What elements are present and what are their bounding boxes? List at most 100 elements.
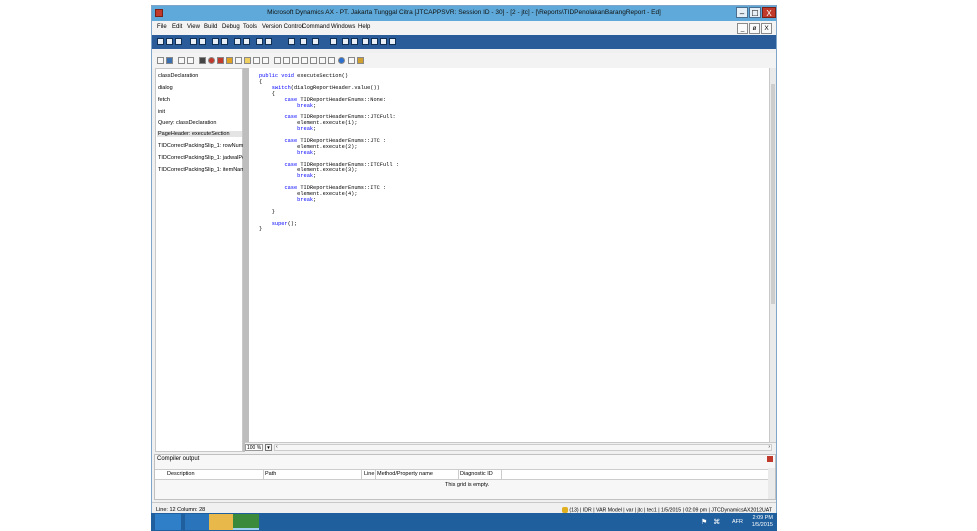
compiler-scrollbar[interactable] [768,468,775,499]
list-tables-icon[interactable] [283,57,290,64]
title-bar[interactable]: Microsoft Dynamics AX - PT. Jakarta Tung… [152,6,776,21]
tree-node-itemname[interactable]: TIDCorrectPackingSlip_1: itemName [158,167,248,173]
menu-command[interactable]: Command [302,24,330,30]
run-icon[interactable] [199,57,206,64]
scroll-left-arrow[interactable]: ‹ [276,444,278,450]
maximize-button[interactable]: ☐ [749,7,761,18]
menu-help[interactable]: Help [358,24,370,30]
paste-icon[interactable] [234,38,241,45]
tree-node-rownum[interactable]: TIDCorrectPackingSlip_1: rowNum [158,143,243,149]
zoom-dropdown-button[interactable]: ▼ [265,444,272,451]
column-separator[interactable] [458,470,459,479]
editor-vertical-scrollbar[interactable] [769,68,776,442]
scrollbar-thumb[interactable] [771,84,775,304]
find-icon[interactable] [253,57,260,64]
undo-icon[interactable] [178,57,185,64]
column-separator[interactable] [375,470,376,479]
save-icon[interactable] [166,57,173,64]
close-button[interactable]: X [762,7,776,18]
cut-icon[interactable] [212,38,219,45]
code-line[interactable]: } [259,209,275,215]
uncomment-icon[interactable] [319,57,326,64]
lookup-icon[interactable] [235,57,242,64]
scroll-right-arrow[interactable]: › [768,444,770,450]
redo-icon[interactable] [187,57,194,64]
system-tray-icons[interactable]: ⚑ ⌘ [701,518,722,526]
tree-node-query-classdeclaration[interactable]: Query: classDeclaration [158,120,216,126]
code-editor[interactable]: public void executeSection(){ switch(dia… [249,68,769,442]
mdi-close-button[interactable]: X [761,23,772,34]
remove-breakpoints-icon[interactable] [217,57,224,64]
column-separator[interactable] [361,470,362,479]
code-line[interactable]: } [259,226,262,232]
help-icon[interactable] [300,38,307,45]
powershell-icon[interactable] [185,514,211,530]
properties-icon[interactable] [262,57,269,64]
code-line[interactable]: break; [259,150,316,156]
menu-version-control[interactable]: Version Control [262,24,303,30]
import-icon[interactable] [351,38,358,45]
delete-icon[interactable] [288,38,295,45]
tree-node-classdeclaration[interactable]: classDeclaration [158,73,198,79]
last-record-icon[interactable] [389,38,396,45]
menu-file[interactable]: File [157,24,167,30]
save-icon[interactable] [175,38,182,45]
zoom-level-field[interactable]: 100 % [245,444,263,451]
preview-icon[interactable] [199,38,206,45]
first-record-icon[interactable] [362,38,369,45]
report-icon[interactable] [330,38,337,45]
taskbar-clock[interactable]: 2:09 PM 1/5/2015 [752,515,773,529]
code-line[interactable]: break; [259,173,316,179]
previous-record-icon[interactable] [371,38,378,45]
list-methods-icon[interactable] [274,57,281,64]
tree-node-init[interactable]: init [158,109,165,115]
keyboard-icon[interactable] [348,57,355,64]
menu-build[interactable]: Build [204,24,217,30]
menu-view[interactable]: View [187,24,200,30]
editor-horizontal-scrollbar[interactable]: ‹ › [274,444,772,451]
minimize-button[interactable]: – [736,7,748,18]
comment-icon[interactable] [310,57,317,64]
code-line[interactable]: public void executeSection() [259,73,348,79]
tree-node-pageheader-executesection[interactable]: PageHeader: executeSection [157,131,242,137]
close-icon[interactable] [767,456,773,462]
list-types-icon[interactable] [292,57,299,64]
filter-icon[interactable] [243,38,250,45]
compile-icon[interactable] [226,57,233,64]
source-control-icon[interactable] [244,57,251,64]
column-path[interactable]: Path [265,471,276,477]
export-icon[interactable] [342,38,349,45]
next-record-icon[interactable] [380,38,387,45]
input-language[interactable]: AFR [732,519,743,525]
column-separator[interactable] [501,470,502,479]
file-explorer-icon[interactable] [209,514,235,530]
column-line[interactable]: Line [364,471,374,477]
tree-node-dialog[interactable]: dialog [158,85,173,91]
code-line[interactable]: break; [259,103,316,109]
column-separator[interactable] [263,470,264,479]
server-manager-icon[interactable] [155,514,181,530]
new-page-icon[interactable] [157,57,164,64]
mdi-restore-button[interactable]: ø [749,23,760,34]
dynamics-ax-icon[interactable] [233,514,259,530]
menu-tools[interactable]: Tools [243,24,257,30]
script-icon[interactable] [328,57,335,64]
help-icon[interactable] [338,57,345,64]
new-icon[interactable] [157,38,164,45]
code-line[interactable]: break; [259,126,316,132]
menu-edit[interactable]: Edit [172,24,182,30]
print-icon[interactable] [190,38,197,45]
code-line[interactable]: switch(dialogReportHeader.value()) [259,85,380,91]
column-description[interactable]: Description [167,471,195,477]
open-icon[interactable] [166,38,173,45]
breakpoint-icon[interactable] [208,57,215,64]
column-method-property-name[interactable]: Method/Property name [377,471,433,477]
code-line[interactable]: break; [259,197,316,203]
column-diagnostic-id[interactable]: Diagnostic ID [460,471,493,477]
refresh-icon[interactable] [312,38,319,45]
menu-windows[interactable]: Windows [331,24,355,30]
sort-icon[interactable] [256,38,263,45]
tree-node-fetch[interactable]: fetch [158,97,170,103]
menu-debug[interactable]: Debug [222,24,240,30]
find-icon[interactable] [265,38,272,45]
